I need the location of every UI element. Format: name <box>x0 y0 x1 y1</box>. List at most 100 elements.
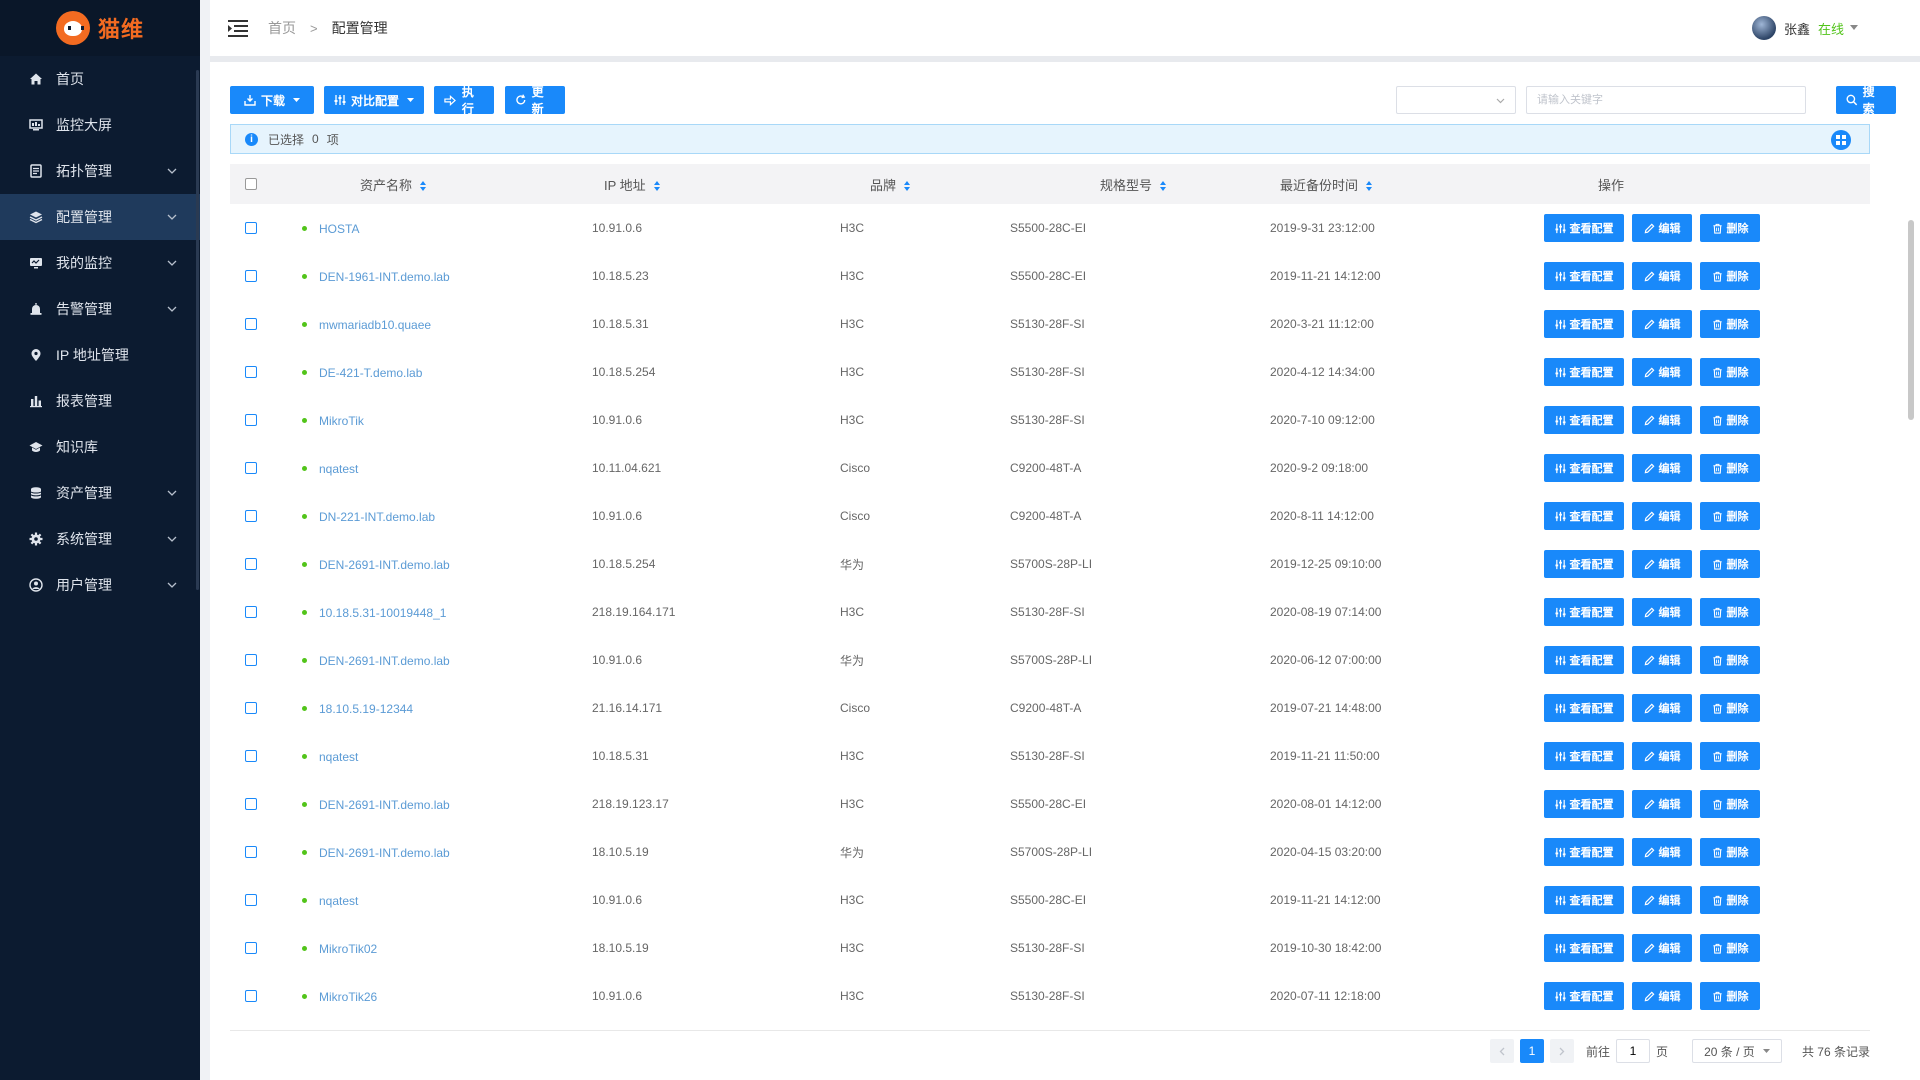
view-config-button[interactable]: 查看配置 <box>1544 358 1624 386</box>
view-config-button[interactable]: 查看配置 <box>1544 502 1624 530</box>
sidebar-item-7[interactable]: 报表管理 <box>0 378 200 424</box>
view-config-button[interactable]: 查看配置 <box>1544 838 1624 866</box>
delete-button[interactable]: 删除 <box>1700 646 1760 674</box>
delete-button[interactable]: 删除 <box>1700 790 1760 818</box>
asset-name-link[interactable]: DEN-2691-INT.demo.lab <box>302 798 450 812</box>
edit-button[interactable]: 编辑 <box>1632 262 1692 290</box>
delete-button[interactable]: 删除 <box>1700 886 1760 914</box>
view-config-button[interactable]: 查看配置 <box>1544 214 1624 242</box>
sort-icon[interactable] <box>1160 181 1167 192</box>
edit-button[interactable]: 编辑 <box>1632 646 1692 674</box>
sort-icon[interactable] <box>653 181 660 192</box>
delete-button[interactable]: 删除 <box>1700 502 1760 530</box>
row-checkbox[interactable] <box>245 750 257 762</box>
sidebar-item-2[interactable]: 拓扑管理 <box>0 148 200 194</box>
view-config-button[interactable]: 查看配置 <box>1544 406 1624 434</box>
user-menu[interactable]: 张鑫 在线 <box>1751 16 1858 40</box>
row-checkbox[interactable] <box>245 462 257 474</box>
edit-button[interactable]: 编辑 <box>1632 454 1692 482</box>
next-page-button[interactable] <box>1549 1039 1574 1063</box>
edit-button[interactable]: 编辑 <box>1632 358 1692 386</box>
logo[interactable]: 猫维 <box>0 0 200 56</box>
edit-button[interactable]: 编辑 <box>1632 502 1692 530</box>
asset-name-link[interactable]: 18.10.5.19-12344 <box>302 702 413 716</box>
asset-name-link[interactable]: MikroTik <box>302 414 364 428</box>
row-checkbox[interactable] <box>245 990 257 1002</box>
asset-name-link[interactable]: MikroTik02 <box>302 942 377 956</box>
edit-button[interactable]: 编辑 <box>1632 886 1692 914</box>
sidebar-item-10[interactable]: 系统管理 <box>0 516 200 562</box>
sidebar-item-5[interactable]: 告警管理 <box>0 286 200 332</box>
avatar[interactable] <box>1751 16 1776 40</box>
delete-button[interactable]: 删除 <box>1700 982 1760 1010</box>
edit-button[interactable]: 编辑 <box>1632 310 1692 338</box>
delete-button[interactable]: 删除 <box>1700 742 1760 770</box>
delete-button[interactable]: 删除 <box>1700 598 1760 626</box>
row-checkbox[interactable] <box>245 846 257 858</box>
delete-button[interactable]: 删除 <box>1700 934 1760 962</box>
edit-button[interactable]: 编辑 <box>1632 406 1692 434</box>
column-header-name[interactable]: 资产名称 <box>272 175 560 194</box>
asset-name-link[interactable]: 10.18.5.31-10019448_1 <box>302 606 446 620</box>
edit-button[interactable]: 编辑 <box>1632 742 1692 770</box>
view-config-button[interactable]: 查看配置 <box>1544 694 1624 722</box>
delete-button[interactable]: 删除 <box>1700 694 1760 722</box>
grid-view-toggle[interactable] <box>1831 130 1851 150</box>
sort-icon[interactable] <box>1366 181 1373 192</box>
delete-button[interactable]: 删除 <box>1700 838 1760 866</box>
view-config-button[interactable]: 查看配置 <box>1544 742 1624 770</box>
view-config-button[interactable]: 查看配置 <box>1544 934 1624 962</box>
asset-name-link[interactable]: DEN-2691-INT.demo.lab <box>302 558 450 572</box>
row-checkbox[interactable] <box>245 702 257 714</box>
sidebar-item-9[interactable]: 资产管理 <box>0 470 200 516</box>
asset-name-link[interactable]: DEN-2691-INT.demo.lab <box>302 846 450 860</box>
view-config-button[interactable]: 查看配置 <box>1544 886 1624 914</box>
view-config-button[interactable]: 查看配置 <box>1544 598 1624 626</box>
asset-name-link[interactable]: DEN-2691-INT.demo.lab <box>302 654 450 668</box>
sidebar-item-6[interactable]: IP 地址管理 <box>0 332 200 378</box>
edit-button[interactable]: 编辑 <box>1632 550 1692 578</box>
sidebar-item-3[interactable]: 配置管理 <box>0 194 200 240</box>
asset-name-link[interactable]: DE-421-T.demo.lab <box>302 366 422 380</box>
asset-name-link[interactable]: DEN-1961-INT.demo.lab <box>302 270 450 284</box>
edit-button[interactable]: 编辑 <box>1632 838 1692 866</box>
download-button[interactable]: 下载 <box>230 86 314 114</box>
prev-page-button[interactable] <box>1489 1039 1514 1063</box>
asset-name-link[interactable]: DN-221-INT.demo.lab <box>302 510 435 524</box>
page-number-button[interactable]: 1 <box>1519 1039 1544 1063</box>
row-checkbox[interactable] <box>245 510 257 522</box>
goto-page-input[interactable] <box>1615 1039 1650 1063</box>
view-config-button[interactable]: 查看配置 <box>1544 550 1624 578</box>
filter-select[interactable] <box>1396 86 1516 114</box>
column-header-backup-time[interactable]: 最近备份时间 <box>1240 175 1510 194</box>
refresh-button[interactable]: 更新 <box>505 85 565 116</box>
search-input[interactable] <box>1526 86 1806 114</box>
row-checkbox[interactable] <box>245 318 257 330</box>
delete-button[interactable]: 删除 <box>1700 310 1760 338</box>
row-checkbox[interactable] <box>245 606 257 618</box>
delete-button[interactable]: 删除 <box>1700 262 1760 290</box>
delete-button[interactable]: 删除 <box>1700 550 1760 578</box>
row-checkbox[interactable] <box>245 270 257 282</box>
edit-button[interactable]: 编辑 <box>1632 598 1692 626</box>
column-header-model[interactable]: 规格型号 <box>980 175 1240 194</box>
view-config-button[interactable]: 查看配置 <box>1544 310 1624 338</box>
caret-down-icon[interactable] <box>1850 25 1858 31</box>
asset-name-link[interactable]: nqatest <box>302 894 358 908</box>
delete-button[interactable]: 删除 <box>1700 406 1760 434</box>
sidebar-item-1[interactable]: 监控大屏 <box>0 102 200 148</box>
breadcrumb-home[interactable]: 首页 <box>268 18 296 38</box>
edit-button[interactable]: 编辑 <box>1632 790 1692 818</box>
row-checkbox[interactable] <box>245 798 257 810</box>
asset-name-link[interactable]: HOSTA <box>302 222 359 236</box>
view-config-button[interactable]: 查看配置 <box>1544 982 1624 1010</box>
view-config-button[interactable]: 查看配置 <box>1544 790 1624 818</box>
asset-name-link[interactable]: mwmariadb10.quaee <box>302 318 431 332</box>
execute-button[interactable]: 执行 <box>434 85 494 116</box>
select-all-checkbox[interactable] <box>245 178 257 190</box>
edit-button[interactable]: 编辑 <box>1632 934 1692 962</box>
view-config-button[interactable]: 查看配置 <box>1544 454 1624 482</box>
row-checkbox[interactable] <box>245 222 257 234</box>
row-checkbox[interactable] <box>245 366 257 378</box>
page-size-select[interactable]: 20 条 / 页 <box>1691 1039 1782 1063</box>
